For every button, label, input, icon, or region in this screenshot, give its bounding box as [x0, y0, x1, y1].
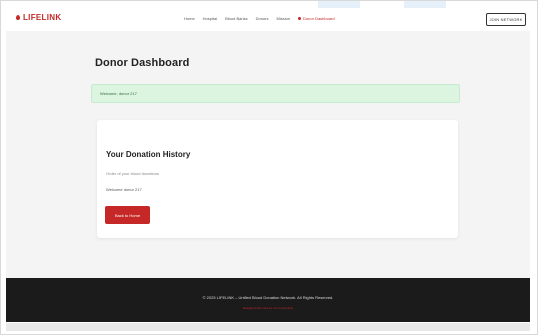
- page-title: Donor Dashboard: [95, 57, 190, 69]
- welcome-banner: Welcome, donor 217: [91, 84, 460, 103]
- card-subtitle: Order of your blood donations: [106, 171, 159, 176]
- nav-link-donor-dashboard[interactable]: Donor Dashboard: [298, 16, 335, 21]
- page: LIFELINK Home Hospital Blood Banks Donor…: [0, 0, 538, 335]
- back-to-home-button[interactable]: Back to Home: [105, 206, 150, 224]
- nav-link-mission[interactable]: Mission: [277, 16, 291, 21]
- card-title: Your Donation History: [106, 150, 191, 159]
- nav-links: Home Hospital Blood Banks Donors Mission…: [184, 16, 335, 21]
- active-dot-icon: [298, 17, 302, 20]
- footer-copyright: © 2025 LIFELINK – Unified Blood Donation…: [202, 295, 334, 300]
- welcome-text: Welcome, donor 217: [100, 91, 137, 96]
- card-welcome-line: Welcome donor 217: [106, 187, 142, 192]
- nav-link-hospital[interactable]: Hospital: [203, 16, 217, 21]
- nav-link-home[interactable]: Home: [184, 16, 195, 21]
- bottom-strip: [6, 323, 530, 331]
- footer: © 2025 LIFELINK – Unified Blood Donation…: [6, 278, 530, 322]
- brand-logo[interactable]: LIFELINK: [16, 13, 61, 22]
- join-network-button[interactable]: JOIN NETWORK: [486, 13, 526, 26]
- brand-name: LIFELINK: [23, 13, 62, 22]
- footer-link[interactable]: Designed with care for our community: [6, 306, 530, 310]
- nav-active-label: Donor Dashboard: [303, 16, 335, 21]
- blood-drop-icon: [16, 15, 20, 20]
- nav-link-blood-banks[interactable]: Blood Banks: [225, 16, 247, 21]
- navbar: LIFELINK Home Hospital Blood Banks Donor…: [6, 9, 530, 32]
- donation-history-card: Your Donation History Order of your bloo…: [97, 120, 458, 238]
- nav-link-donors[interactable]: Donors: [256, 16, 269, 21]
